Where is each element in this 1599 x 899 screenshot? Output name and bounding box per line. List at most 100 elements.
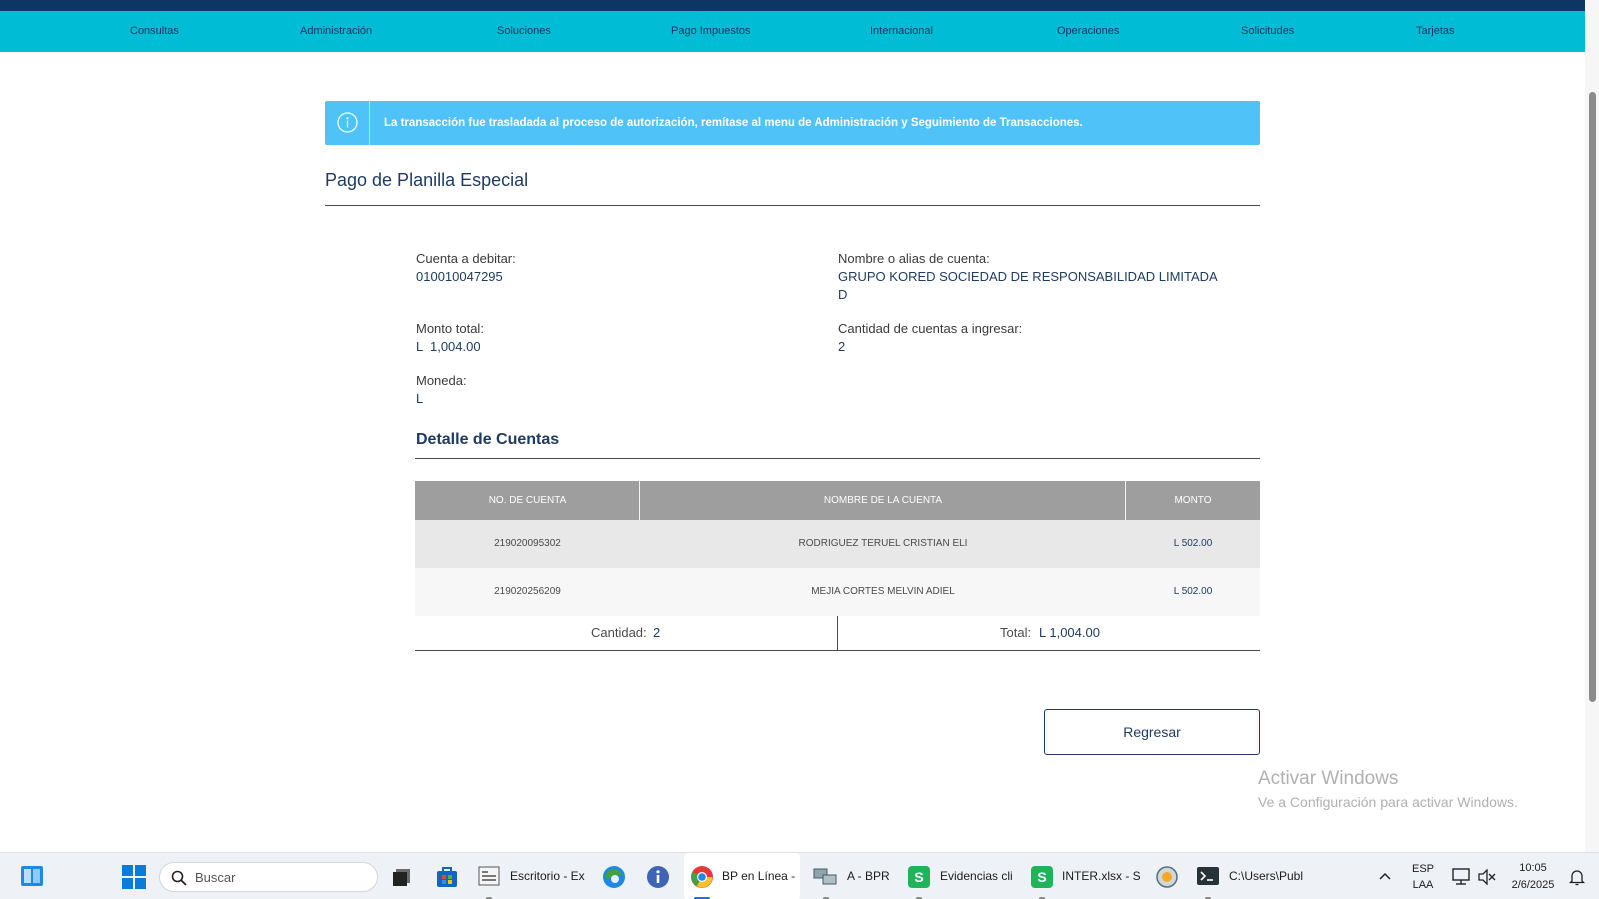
info-icon	[337, 112, 358, 133]
taskbar-app-info[interactable]	[645, 853, 671, 899]
nav-item-soluciones[interactable]: Soluciones	[497, 11, 551, 52]
taskbar-app-label: C:\Users\Publ	[1229, 869, 1304, 883]
column-header-name: NOMBRE DE LA CUENTA	[823, 495, 943, 506]
svg-text:S: S	[914, 869, 923, 885]
account-name-value-cont: D	[838, 287, 848, 302]
notifications-button[interactable]	[1566, 853, 1588, 899]
footer-separator	[837, 616, 838, 651]
account-name-cell: MEJIA CORTES MELVIN ADIEL	[811, 586, 955, 597]
account-name-cell: RODRIGUEZ TERUEL CRISTIAN ELI	[798, 538, 968, 549]
detail-section-title: Detalle de Cuentas	[416, 431, 560, 448]
scrollbar-thumb[interactable]	[1589, 92, 1596, 702]
spreadsheet-icon: S	[908, 866, 930, 888]
account-number-cell: 219020256209	[494, 586, 561, 597]
title-divider	[325, 205, 1260, 206]
taskbar: Buscar Escritorio - Ex BP en Línea - A -…	[0, 852, 1599, 899]
alert-message: La transacción fue trasladada al proceso…	[384, 117, 1083, 129]
page-title: Pago de Planilla Especial	[325, 170, 529, 190]
widgets-icon	[21, 866, 43, 886]
account-count-value: 2	[838, 339, 846, 354]
search-icon	[171, 870, 187, 886]
taskbar-app-edge[interactable]	[601, 853, 627, 899]
taskbar-app-evidencias[interactable]: S Evidencias cli	[907, 853, 1019, 899]
currency-label: Moneda:	[416, 373, 467, 388]
notification-bell-icon	[1568, 870, 1586, 886]
taskbar-app-terminal[interactable]: C:\Users\Publ	[1196, 853, 1308, 899]
network-icon	[1452, 868, 1470, 885]
footer-count-value: 2	[653, 625, 661, 640]
table-row: 219020256209 MEJIA CORTES MELVIN ADIEL L…	[415, 568, 1260, 616]
utility-app-icon	[1156, 866, 1178, 888]
table-bottom-divider	[415, 650, 1260, 651]
nav-item-internacional[interactable]: Internacional	[870, 11, 933, 52]
taskbar-app-label: Evidencias cli	[940, 869, 1013, 883]
svg-text:S: S	[1037, 869, 1046, 885]
detail-divider	[415, 458, 1260, 459]
sound-status-button[interactable]	[1476, 853, 1498, 899]
info-alert: La transacción fue trasladada al proceso…	[325, 101, 1260, 145]
taskbar-app-remote[interactable]: A - BPR	[813, 853, 895, 899]
info-app-icon	[647, 866, 669, 888]
account-name-value: GRUPO KORED SOCIEDAD DE RESPONSABILIDAD …	[838, 269, 1218, 284]
currency-value: L	[416, 391, 424, 406]
account-number-cell: 219020095302	[494, 538, 561, 549]
nav-item-tarjetas[interactable]: Tarjetas	[1416, 11, 1455, 52]
total-amount-value: L 1,004.00	[416, 339, 481, 354]
taskbar-app-inter[interactable]: S INTER.xlsx - S	[1030, 853, 1141, 899]
widgets-button[interactable]	[18, 853, 48, 899]
taskbar-app-label: A - BPR	[847, 869, 890, 883]
input-language-layout[interactable]: LAA	[1408, 879, 1438, 891]
amount-cell: L 502.00	[1173, 538, 1213, 549]
detail-table-header: NO. DE CUENTA NOMBRE DE LA CUENTA MONTO	[415, 481, 1260, 520]
debit-account-label: Cuenta a debitar:	[416, 251, 516, 266]
column-header-account: NO. DE CUENTA	[488, 495, 567, 506]
footer-count-label: Cantidad:	[591, 625, 647, 640]
start-button[interactable]	[120, 853, 150, 899]
taskbar-search-input[interactable]: Buscar	[159, 862, 378, 892]
nav-item-operaciones[interactable]: Operaciones	[1057, 11, 1119, 52]
store-button[interactable]	[434, 853, 460, 899]
main-nav: Consultas Administración Soluciones Pago…	[0, 11, 1585, 52]
clock-time[interactable]: 10:05	[1508, 862, 1558, 874]
amount-cell: L 502.00	[1173, 586, 1213, 597]
table-row: 219020095302 RODRIGUEZ TERUEL CRISTIAN E…	[415, 520, 1260, 568]
nav-item-consultas[interactable]: Consultas	[130, 11, 179, 52]
nav-item-pago-impuestos[interactable]: Pago Impuestos	[671, 11, 751, 52]
footer-total-label: Total:	[1000, 625, 1032, 640]
spreadsheet-icon: S	[1031, 866, 1053, 888]
footer-total-value: L 1,004.00	[1039, 625, 1100, 640]
taskbar-app-label: BP en Línea -	[722, 869, 796, 883]
task-view-icon	[393, 869, 410, 886]
taskbar-app-explorer[interactable]: Escritorio - Ex	[478, 853, 586, 899]
alert-icon-box	[325, 101, 370, 145]
clock-date[interactable]: 2/6/2025	[1503, 879, 1563, 891]
taskbar-app-utility[interactable]	[1154, 853, 1180, 899]
edge-icon	[603, 866, 625, 888]
taskbar-app-chrome[interactable]: BP en Línea -	[684, 853, 800, 899]
task-view-button[interactable]	[390, 853, 416, 899]
taskbar-app-label: Escritorio - Ex	[510, 869, 585, 883]
store-icon	[437, 867, 457, 887]
activation-watermark-title: Activar Windows	[1258, 768, 1399, 789]
nav-item-administracion[interactable]: Administración	[300, 11, 372, 52]
total-amount-label: Monto total:	[416, 321, 484, 336]
remote-desktop-icon	[813, 868, 837, 885]
account-name-label: Nombre o alias de cuenta:	[838, 251, 990, 266]
tray-overflow-button[interactable]	[1376, 853, 1394, 899]
top-strip	[0, 0, 1585, 11]
back-button[interactable]: Regresar	[1044, 709, 1260, 755]
chrome-icon	[691, 866, 713, 888]
debit-account-value: 010010047295	[416, 269, 503, 284]
account-count-label: Cantidad de cuentas a ingresar:	[838, 321, 1023, 336]
terminal-icon	[1197, 867, 1219, 885]
windows-logo-icon	[122, 865, 146, 889]
input-language-code[interactable]: ESP	[1408, 863, 1438, 875]
taskbar-app-label: INTER.xlsx - S	[1062, 869, 1141, 883]
network-status-button[interactable]	[1450, 853, 1472, 899]
volume-muted-icon	[1478, 869, 1496, 885]
column-header-amount: MONTO	[1174, 495, 1212, 506]
nav-item-solicitudes[interactable]: Solicitudes	[1241, 11, 1294, 52]
activation-watermark-subtitle: Ve a Configuración para activar Windows.	[1258, 794, 1518, 810]
search-placeholder: Buscar	[195, 870, 236, 885]
chevron-up-icon	[1379, 872, 1391, 880]
